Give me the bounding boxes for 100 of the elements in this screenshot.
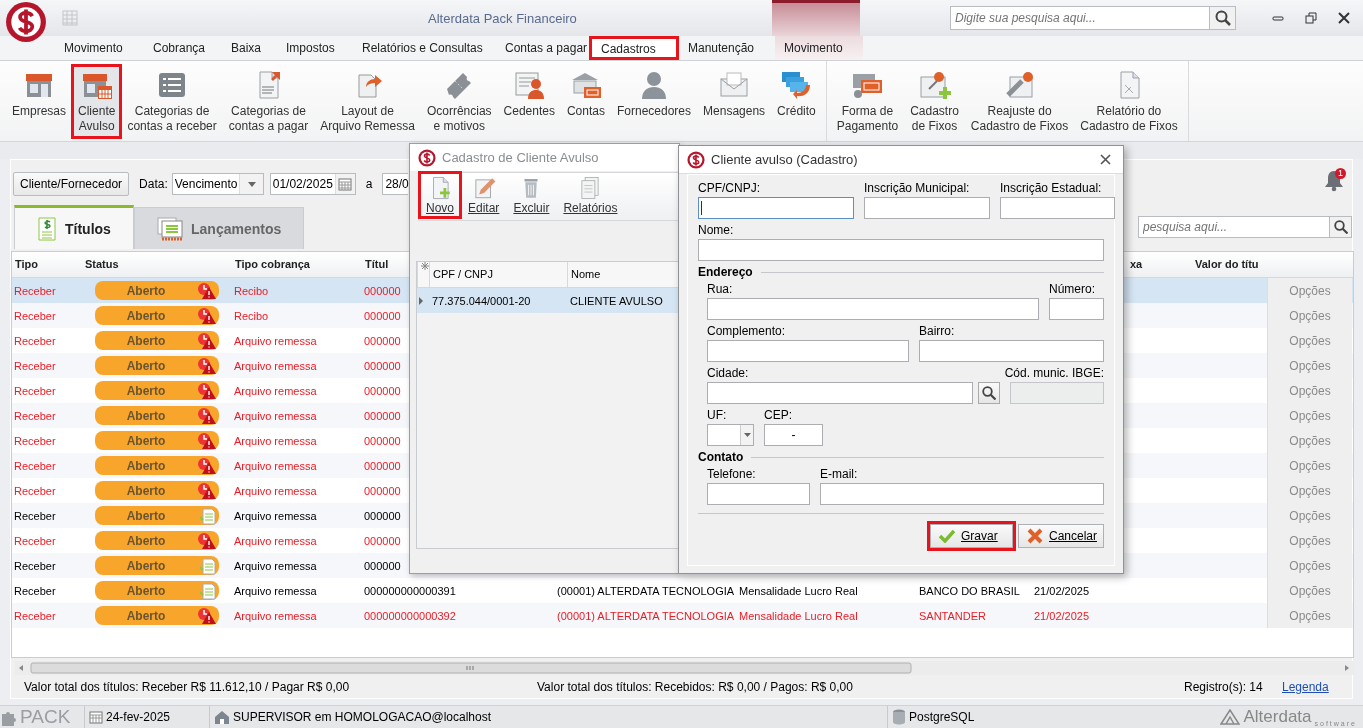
column-header[interactable]: CPF / CNPJ — [429, 262, 567, 287]
menu-tab[interactable]: Movimento — [775, 36, 863, 60]
input-field[interactable] — [698, 197, 854, 219]
lookup-button[interactable] — [978, 382, 1000, 404]
dropdown-arrow-icon — [247, 181, 256, 187]
search-button[interactable] — [1210, 6, 1236, 30]
ribbon-button[interactable]: Categorias de contas a pagar — [224, 67, 313, 136]
menu-tab[interactable]: Baixa — [222, 36, 277, 60]
client-supplier-button[interactable]: Cliente/Fornecedor — [13, 172, 130, 196]
product-logo-text: PACK — [20, 706, 71, 728]
database-icon — [892, 709, 906, 725]
dollar-icon — [418, 148, 436, 167]
table-cell-text: Receber — [13, 384, 56, 397]
tab[interactable]: Títulos — [14, 205, 134, 249]
ribbon-button[interactable]: Contas — [562, 67, 609, 121]
field-label: Cidade: — [707, 366, 750, 382]
table-cell-text: 000000000000392 — [363, 609, 456, 622]
ribbon-button[interactable]: Cadastro de Fixos — [906, 67, 963, 136]
ribbon-button[interactable]: Categorias de contas a receber — [123, 67, 221, 136]
start-date-field[interactable]: 01/02/2025 — [269, 173, 356, 195]
column-header[interactable]: Valor do títu — [1192, 252, 1259, 277]
toolbar-button[interactable]: Editar — [463, 174, 505, 216]
record-count: Registro(s): 14 — [1184, 680, 1264, 694]
ribbon-button[interactable]: Layout de Arquivo Remessa — [316, 67, 419, 136]
legend-link[interactable]: Legenda — [1282, 680, 1329, 694]
date-type-dropdown[interactable]: Vencimento — [171, 173, 264, 195]
column-header[interactable]: Títul — [362, 252, 389, 277]
table-cell-text: (00001) ALTERDATA TECNOLOGIA — [556, 609, 735, 622]
ribbon-button[interactable]: Fornecedores — [613, 67, 696, 121]
warning-icon — [197, 606, 217, 625]
warning-icon — [197, 381, 217, 400]
menu-tab[interactable]: Relatórios e Consultas — [353, 36, 496, 60]
column-header[interactable]: xa — [1127, 252, 1143, 277]
status-badge: Aberto — [95, 306, 219, 325]
input-field[interactable] — [707, 483, 810, 505]
column-header[interactable]: Tipo cobrança — [232, 252, 310, 277]
table-cell-text: 21/02/2025 — [1033, 609, 1090, 622]
table-cell-text: Mensalidade Lucro Real — [738, 609, 858, 622]
input-field[interactable]: - — [764, 424, 823, 446]
input-field[interactable] — [707, 382, 973, 404]
status-badge: Aberto — [95, 431, 219, 450]
ribbon-button[interactable]: Ocorrências e motivos — [422, 67, 496, 136]
status-date: 24-fev-2025 — [106, 710, 171, 724]
column-header[interactable]: Status — [82, 252, 119, 277]
end-date-field[interactable]: 28/0 — [382, 173, 409, 195]
input-field[interactable] — [864, 197, 990, 219]
toolbar-button[interactable]: Excluir — [508, 174, 555, 216]
menu-tab[interactable]: Contas a pagar — [496, 36, 591, 60]
table-cell-text: Receber — [13, 509, 56, 522]
column-header[interactable]: Tipo — [12, 252, 38, 277]
field-label: E-mail: — [820, 467, 859, 483]
search-field[interactable]: Digite sua pesquisa aqui... — [950, 6, 1210, 30]
menu-tab[interactable]: Cobrança — [144, 36, 222, 60]
ribbon-button[interactable]: Cedentes — [499, 67, 559, 121]
menu-tab[interactable]: Manutenção — [679, 36, 775, 60]
table-cell-text: Receber — [13, 359, 56, 372]
input-field[interactable] — [707, 298, 1039, 320]
input-field[interactable] — [707, 340, 909, 362]
save-button[interactable]: Gravar — [930, 524, 1013, 548]
input-field[interactable] — [698, 239, 1104, 261]
close-button[interactable] — [1098, 152, 1113, 167]
table-cell-text: 000000 — [363, 359, 401, 372]
date-label: Data: — [139, 177, 168, 191]
ribbon-button[interactable]: Mensagens — [699, 67, 770, 121]
menu-tab[interactable]: Impostos — [277, 36, 353, 60]
field-label: CPF/CNPJ: — [698, 181, 761, 197]
cancel-button[interactable]: Cancelar — [1018, 524, 1104, 548]
input-field[interactable] — [707, 424, 754, 446]
toolbar-button[interactable]: Relatórios — [558, 174, 623, 216]
menu-tab[interactable]: Movimento — [55, 36, 144, 60]
menu-tab[interactable]: Cadastros — [589, 36, 679, 60]
table-search-field[interactable]: pesquisa aqui... — [1138, 215, 1330, 238]
house-icon — [214, 710, 230, 724]
brand-logo-icon — [1220, 709, 1241, 725]
table-cell-text: SANTANDER — [918, 609, 987, 622]
toolbar-button[interactable]: Novo — [421, 174, 459, 216]
ribbon-button[interactable]: Forma de Pagamento — [832, 67, 903, 136]
input-field[interactable] — [1049, 298, 1104, 320]
dropdown-arrow-icon — [743, 433, 751, 437]
tab[interactable]: Lançamentos — [134, 207, 305, 249]
stacked-cards-icon — [157, 216, 183, 241]
table-cell-text: Receber — [13, 459, 56, 472]
search-button[interactable] — [1330, 215, 1352, 238]
ribbon-button[interactable]: Reajuste do Cadastro de Fixos — [966, 67, 1073, 136]
warning-icon — [197, 356, 217, 375]
input-field[interactable] — [1000, 197, 1115, 219]
field-value: - — [790, 428, 797, 442]
input-field[interactable] — [820, 483, 1104, 505]
table-cell-text: Arquivo remessa — [233, 434, 317, 447]
table-cell-text: Receber — [13, 284, 56, 297]
ribbon-button[interactable]: Cliente Avulso — [74, 67, 120, 136]
table-cell-text: BANCO DO BRASIL — [918, 584, 1020, 597]
money-arrow-icon — [780, 69, 813, 101]
input-field[interactable] — [919, 340, 1104, 362]
ribbon-button[interactable]: Crédito — [773, 67, 820, 121]
ribbon-button[interactable]: Relatório do Cadastro de Fixos — [1076, 67, 1182, 136]
table-cell-text: 000000 — [363, 409, 401, 422]
asterisk-icon — [421, 262, 429, 270]
warning-icon — [197, 306, 217, 325]
ribbon-button[interactable]: Empresas — [8, 67, 71, 121]
